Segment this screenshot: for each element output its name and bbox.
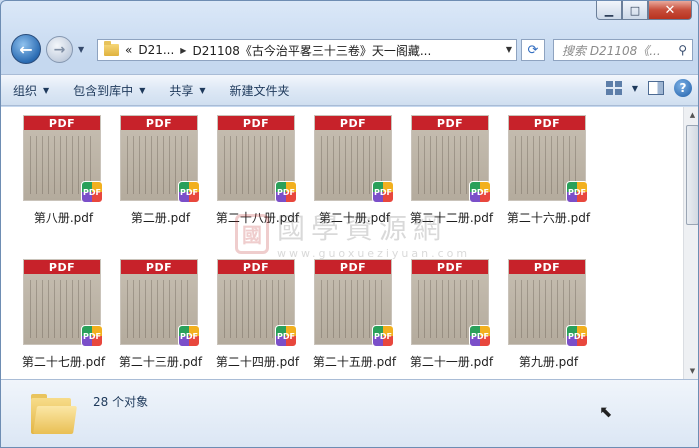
search-placeholder: 搜索 D21108《... (562, 43, 661, 58)
file-item[interactable]: PDF PDF 第八册.pdf (15, 115, 112, 239)
file-item[interactable]: PDF PDF 第二十八册.pdf (209, 115, 306, 239)
mouse-cursor-icon: ⬉ (599, 402, 613, 421)
file-name[interactable]: 第二十六册.pdf (492, 209, 605, 226)
thumbnail-header: PDF (412, 116, 488, 130)
pdf-app-icon: PDF (81, 181, 103, 203)
folder-icon (104, 41, 119, 56)
arrow-left-icon: ← (19, 39, 33, 59)
share-menu[interactable]: 共享 ▼ (157, 78, 217, 102)
folder-icon (31, 392, 77, 436)
file-grid: PDF PDF 第八册.pdf PDF PDF 第二册.pdf PDF PDF 第二十八册.pd… (15, 115, 597, 379)
minimize-button[interactable]: ▁ (596, 1, 622, 20)
command-bar: 组织 ▼ 包含到库中 ▼ 共享 ▼ 新建文件夹 ▼ ? (1, 74, 698, 106)
toolbar-right: ▼ ? (605, 79, 692, 97)
file-item[interactable]: PDF PDF 第二十二册.pdf (403, 115, 500, 239)
file-item[interactable]: PDF PDF 第二十三册.pdf (112, 259, 209, 379)
pdf-app-icon: PDF (566, 325, 588, 347)
chevron-right-icon[interactable]: ▶ (180, 46, 186, 55)
recent-pages-dropdown[interactable]: ▼ (78, 45, 84, 54)
pdf-app-icon: PDF (178, 181, 200, 203)
thumbnail-header: PDF (218, 260, 294, 274)
breadcrumb-overflow[interactable]: « (125, 43, 132, 57)
file-item[interactable]: PDF PDF 第二十五册.pdf (306, 259, 403, 379)
thumbnail-header: PDF (509, 260, 585, 274)
maximize-button[interactable]: □ (622, 1, 648, 20)
pdf-app-icon: PDF (469, 181, 491, 203)
thumbnail-header: PDF (121, 260, 197, 274)
file-item[interactable]: PDF PDF 第二十四册.pdf (209, 259, 306, 379)
back-button[interactable]: ← (11, 34, 41, 64)
file-item[interactable]: PDF PDF 第二十七册.pdf (15, 259, 112, 379)
pdf-app-icon: PDF (372, 325, 394, 347)
address-row: ← → ▼ « D21... ▶ D21108《古今治平畧三十三卷》天一阁藏..… (1, 31, 698, 67)
help-icon[interactable]: ? (674, 79, 692, 97)
include-in-library-menu[interactable]: 包含到库中 ▼ (61, 78, 157, 102)
item-count: 28 个对象 (93, 395, 149, 409)
chevron-down-icon[interactable]: ▼ (506, 45, 512, 54)
thumbnail-header: PDF (315, 116, 391, 130)
file-list-pane[interactable]: PDF PDF 第八册.pdf PDF PDF 第二册.pdf PDF PDF 第二十八册.pd… (1, 107, 698, 379)
refresh-icon: ⟳ (527, 42, 539, 58)
pdf-app-icon: PDF (178, 325, 200, 347)
share-label: 共享 (169, 83, 194, 98)
organize-menu[interactable]: 组织 ▼ (1, 78, 61, 102)
pdf-app-icon: PDF (372, 181, 394, 203)
view-options-dropdown[interactable]: ▼ (632, 84, 638, 93)
scroll-down-icon[interactable]: ▼ (685, 363, 698, 379)
pdf-app-icon: PDF (469, 325, 491, 347)
thumbnail-header: PDF (121, 116, 197, 130)
search-input[interactable]: 搜索 D21108《... ⚲ (553, 39, 693, 61)
caption-buttons: ▁ □ ✕ (596, 1, 692, 20)
thumbnail-header: PDF (24, 260, 100, 274)
forward-button[interactable]: → (46, 36, 73, 63)
change-view-icon[interactable] (605, 81, 622, 95)
explorer-window: ▁ □ ✕ ← → ▼ « D21... ▶ D21108《古今治平畧三十三卷》… (0, 0, 699, 448)
scrollbar-thumb[interactable] (686, 125, 698, 225)
search-icon[interactable]: ⚲ (678, 43, 687, 57)
breadcrumb-parent[interactable]: D21... (138, 43, 174, 57)
pdf-app-icon: PDF (275, 325, 297, 347)
breadcrumb-current[interactable]: D21108《古今治平畧三十三卷》天一阁藏... (192, 42, 431, 59)
vertical-scrollbar[interactable]: ▲ ▼ (683, 107, 698, 379)
organize-label: 组织 (13, 83, 38, 98)
address-bar[interactable]: « D21... ▶ D21108《古今治平畧三十三卷》天一阁藏... ▼ (97, 39, 517, 61)
preview-pane-icon[interactable] (648, 81, 664, 95)
maximize-icon: □ (629, 3, 641, 17)
file-item[interactable]: PDF PDF 第二十六册.pdf (500, 115, 597, 239)
pdf-app-icon: PDF (566, 181, 588, 203)
thumbnail-header: PDF (509, 116, 585, 130)
chevron-down-icon: ▼ (43, 85, 50, 95)
minimize-icon: ▁ (604, 3, 614, 17)
new-folder-button[interactable]: 新建文件夹 (218, 78, 302, 102)
scroll-up-icon[interactable]: ▲ (685, 107, 698, 123)
close-icon: ✕ (664, 2, 676, 18)
refresh-button[interactable]: ⟳ (521, 39, 545, 61)
thumbnail-header: PDF (315, 260, 391, 274)
file-item[interactable]: PDF PDF 第二十册.pdf (306, 115, 403, 239)
chevron-down-icon: ▼ (199, 85, 206, 95)
thumbnail-header: PDF (412, 260, 488, 274)
thumbnail-header: PDF (24, 116, 100, 130)
file-item[interactable]: PDF PDF 第二十一册.pdf (403, 259, 500, 379)
details-pane: 28 个对象 ⬉ (1, 379, 698, 447)
arrow-right-icon: → (53, 41, 66, 58)
file-item[interactable]: PDF PDF 第九册.pdf (500, 259, 597, 379)
close-button[interactable]: ✕ (648, 1, 692, 20)
thumbnail-header: PDF (218, 116, 294, 130)
chevron-down-icon: ▼ (139, 85, 146, 95)
file-item[interactable]: PDF PDF 第二册.pdf (112, 115, 209, 239)
pdf-app-icon: PDF (81, 325, 103, 347)
file-name[interactable]: 第九册.pdf (492, 353, 605, 370)
pdf-app-icon: PDF (275, 181, 297, 203)
include-in-library-label: 包含到库中 (73, 83, 134, 98)
new-folder-label: 新建文件夹 (229, 83, 290, 98)
